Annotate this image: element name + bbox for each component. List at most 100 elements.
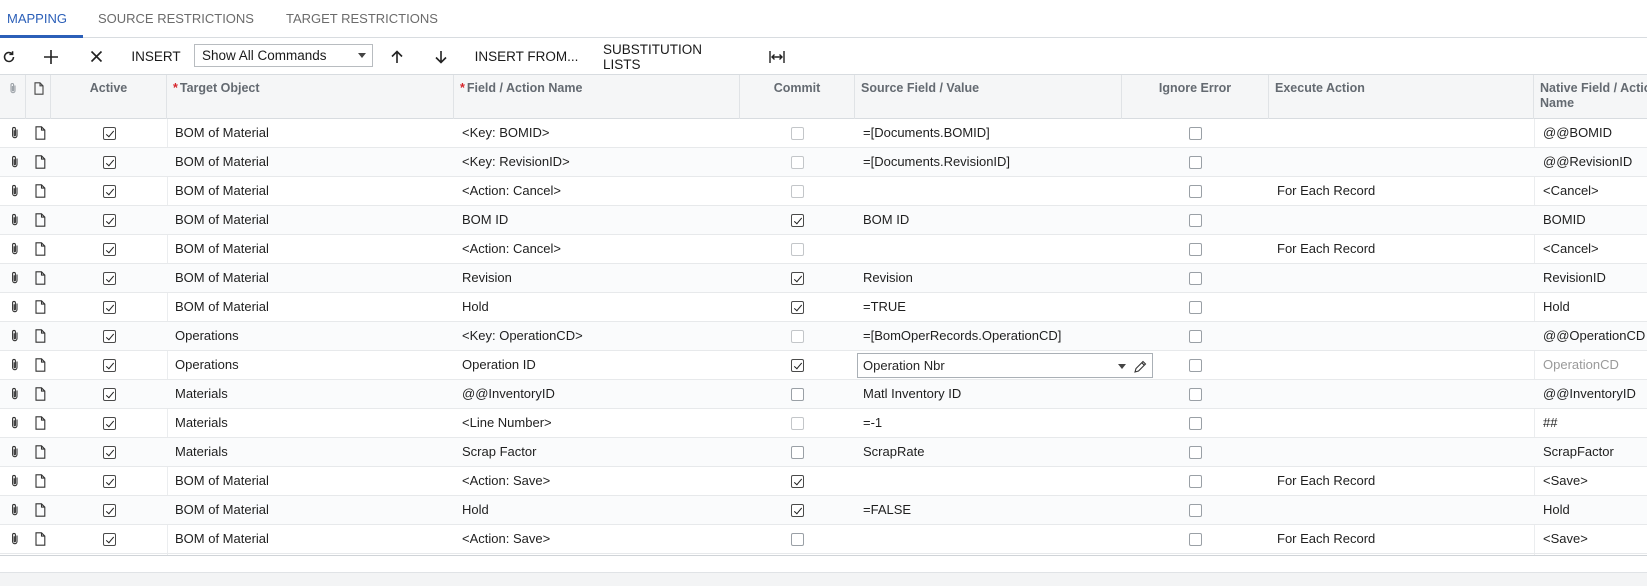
document-icon[interactable] (35, 329, 46, 346)
ignore-error-checkbox[interactable] (1189, 301, 1202, 314)
source-field-value-cell[interactable]: Revision (863, 264, 1118, 293)
commit-checkbox[interactable] (791, 127, 804, 140)
execute-action-cell[interactable] (1277, 206, 1527, 235)
field-action-name-cell[interactable]: <Key: RevisionID> (462, 148, 737, 177)
table-row[interactable]: BOM of Material <Key: BOMID> =[Documents.B… (0, 119, 1647, 148)
header-native-field-action-name[interactable]: Native Field / Action Name (1534, 75, 1647, 119)
document-icon[interactable] (35, 532, 46, 549)
paperclip-icon[interactable] (10, 213, 20, 230)
target-object-cell[interactable]: Materials (175, 380, 450, 409)
execute-action-cell[interactable]: For Each Record (1277, 177, 1527, 206)
execute-action-cell[interactable] (1277, 119, 1527, 148)
source-field-value-cell[interactable] (863, 525, 1118, 554)
ignore-error-checkbox[interactable] (1189, 330, 1202, 343)
field-action-name-cell[interactable]: <Key: OperationCD> (462, 322, 737, 351)
field-action-name-cell[interactable]: Scrap Factor (462, 438, 737, 467)
commit-checkbox[interactable] (791, 330, 804, 343)
source-field-value-cell[interactable]: =TRUE (863, 293, 1118, 322)
field-action-name-cell[interactable]: <Action: Save> (462, 525, 737, 554)
table-row[interactable]: BOM of Material <Key: RevisionID> =[Docume… (0, 148, 1647, 177)
table-row[interactable]: Materials <Line Number> =-1 ## (0, 409, 1647, 438)
source-field-value-cell[interactable]: =-1 (863, 409, 1118, 438)
header-field-action-name[interactable]: * Field / Action Name (454, 75, 740, 119)
document-icon[interactable] (35, 126, 46, 143)
target-object-cell[interactable]: BOM of Material (175, 293, 450, 322)
paperclip-icon[interactable] (10, 155, 20, 172)
native-field-action-name-cell[interactable]: OperationCD (1543, 351, 1647, 380)
table-row[interactable]: BOM of Material <Action: Cancel> For Each … (0, 177, 1647, 206)
execute-action-cell[interactable] (1277, 496, 1527, 525)
document-icon[interactable] (35, 271, 46, 288)
header-ignore-error[interactable]: Ignore Error (1122, 75, 1269, 119)
target-object-cell[interactable]: BOM of Material (175, 206, 450, 235)
native-field-action-name-cell[interactable]: @@BOMID (1543, 119, 1647, 148)
commit-checkbox[interactable] (791, 533, 804, 546)
paperclip-icon[interactable] (10, 184, 20, 201)
table-row[interactable]: Operations <Key: OperationCD> =[BomOperRec… (0, 322, 1647, 351)
document-icon[interactable] (35, 416, 46, 433)
active-checkbox[interactable] (103, 214, 116, 227)
target-object-cell[interactable]: Operations (175, 351, 450, 380)
ignore-error-checkbox[interactable] (1189, 475, 1202, 488)
target-object-cell[interactable]: BOM of Material (175, 148, 450, 177)
fit-columns-button[interactable] (766, 38, 788, 75)
move-up-button[interactable] (386, 38, 408, 75)
source-field-value-cell[interactable]: =[BomOperRecords.OperationCD] (863, 322, 1118, 351)
target-object-cell[interactable]: Materials (175, 409, 450, 438)
active-checkbox[interactable] (103, 446, 116, 459)
active-checkbox[interactable] (103, 533, 116, 546)
commit-checkbox[interactable] (791, 417, 804, 430)
source-field-value-cell[interactable]: Matl Inventory ID (863, 380, 1118, 409)
source-field-value-cell[interactable]: =[Documents.BOMID] (863, 119, 1118, 148)
ignore-error-checkbox[interactable] (1189, 243, 1202, 256)
paperclip-icon[interactable] (10, 532, 20, 549)
source-field-value-cell[interactable]: ScrapRate (863, 438, 1118, 467)
paperclip-icon[interactable] (10, 242, 20, 259)
execute-action-cell[interactable] (1277, 409, 1527, 438)
active-checkbox[interactable] (103, 243, 116, 256)
active-checkbox[interactable] (103, 475, 116, 488)
document-icon[interactable] (35, 445, 46, 462)
table-row[interactable]: BOM of Material <Action: Save> For Each Re… (0, 525, 1647, 554)
source-field-editor[interactable]: Operation Nbr (857, 353, 1153, 378)
execute-action-cell[interactable]: For Each Record (1277, 235, 1527, 264)
execute-action-cell[interactable] (1277, 351, 1527, 380)
ignore-error-checkbox[interactable] (1189, 214, 1202, 227)
commit-checkbox[interactable] (791, 214, 804, 227)
ignore-error-checkbox[interactable] (1189, 504, 1202, 517)
field-action-name-cell[interactable]: <Line Number> (462, 409, 737, 438)
native-field-action-name-cell[interactable]: ScrapFactor (1543, 438, 1647, 467)
document-icon[interactable] (35, 300, 46, 317)
native-field-action-name-cell[interactable]: @@RevisionID (1543, 148, 1647, 177)
tab-source-restrictions[interactable]: SOURCE RESTRICTIONS (83, 0, 270, 38)
field-action-name-cell[interactable]: <Key: BOMID> (462, 119, 737, 148)
native-field-action-name-cell[interactable]: Hold (1543, 496, 1647, 525)
execute-action-cell[interactable] (1277, 322, 1527, 351)
document-icon[interactable] (35, 184, 46, 201)
target-object-cell[interactable]: BOM of Material (175, 177, 450, 206)
native-field-action-name-cell[interactable]: <Save> (1543, 525, 1647, 554)
target-object-cell[interactable]: Operations (175, 322, 450, 351)
move-down-button[interactable] (430, 38, 452, 75)
target-object-cell[interactable]: BOM of Material (175, 467, 450, 496)
document-icon[interactable] (35, 387, 46, 404)
commit-checkbox[interactable] (791, 156, 804, 169)
target-object-cell[interactable]: BOM of Material (175, 235, 450, 264)
commit-checkbox[interactable] (791, 504, 804, 517)
execute-action-cell[interactable] (1277, 264, 1527, 293)
field-action-name-cell[interactable]: Hold (462, 293, 737, 322)
active-checkbox[interactable] (103, 330, 116, 343)
document-icon[interactable] (35, 213, 46, 230)
active-checkbox[interactable] (103, 301, 116, 314)
native-field-action-name-cell[interactable]: <Cancel> (1543, 235, 1647, 264)
commit-checkbox[interactable] (791, 475, 804, 488)
source-field-value-cell[interactable]: BOM ID (863, 206, 1118, 235)
document-icon[interactable] (35, 474, 46, 491)
header-commit[interactable]: Commit (740, 75, 855, 119)
source-field-value-cell[interactable]: =FALSE (863, 496, 1118, 525)
source-field-value-cell[interactable]: =[Documents.RevisionID] (863, 148, 1118, 177)
active-checkbox[interactable] (103, 156, 116, 169)
ignore-error-checkbox[interactable] (1189, 533, 1202, 546)
chevron-down-icon[interactable] (1118, 364, 1126, 369)
header-target-object[interactable]: * Target Object (167, 75, 454, 119)
